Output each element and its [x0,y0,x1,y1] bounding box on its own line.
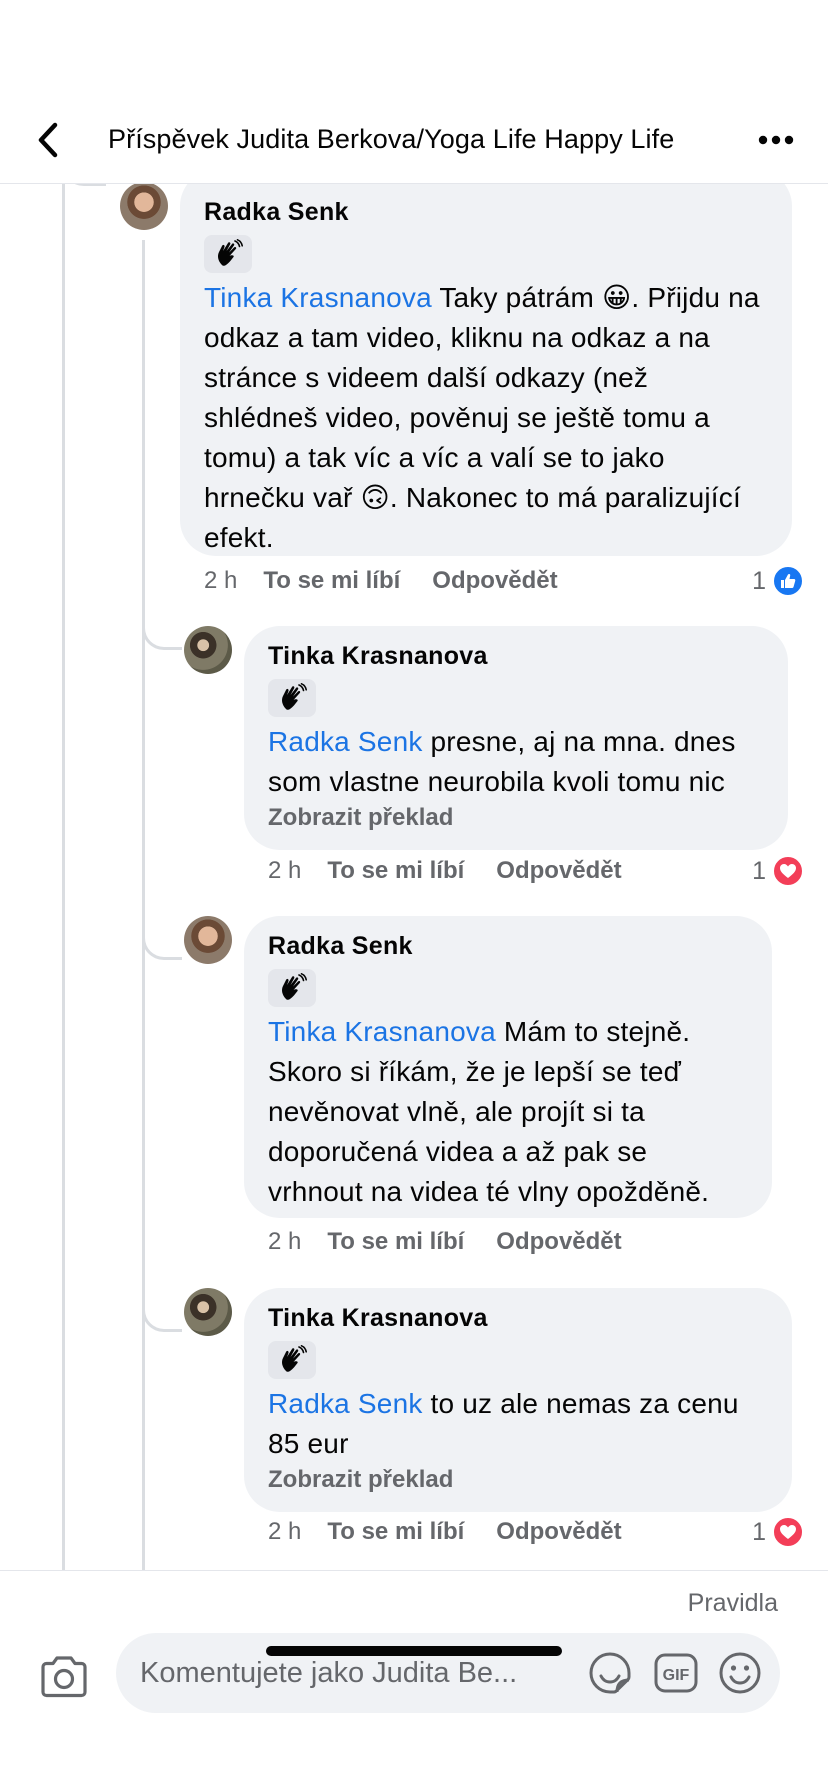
page-title: Příspěvek Judita Berkova/Yoga Life Happy… [108,124,675,154]
home-indicator[interactable] [266,1646,562,1656]
more-options-button[interactable] [752,118,800,162]
love-reaction-icon [772,1516,804,1548]
badge [268,969,316,1007]
wave-hand-icon [282,683,307,710]
comment-time[interactable]: 2 h [268,1228,301,1256]
comment-bubble: Tinka Krasnanova Radka Senk presne, aj n… [244,626,788,850]
mention-link[interactable]: Radka Senk [268,1388,423,1419]
comment-author[interactable]: Tinka Krasnanova [268,642,764,671]
comment-text: Tinka Krasnanova Taky pátrám 😀. Přijdu n… [204,278,768,558]
badge [268,1341,316,1379]
chevron-left-icon [38,122,58,158]
wave-hand-icon [218,239,243,266]
avatar[interactable] [184,626,232,674]
reply-button[interactable]: Odpovědět [496,1518,621,1546]
gif-button[interactable]: GIF [652,1649,700,1697]
reply-button[interactable]: Odpovědět [496,1228,621,1256]
mention-link[interactable]: Tinka Krasnanova [268,1016,496,1047]
comment-author[interactable]: Tinka Krasnanova [268,1304,768,1333]
comment-actions: 2 h To se mi líbí Odpovědět [204,563,590,599]
gif-icon: GIF [654,1653,698,1693]
comment-bubble: Radka Senk Tinka Krasnanova Mám to stejn… [244,916,772,1218]
badge [204,235,252,273]
comment-actions: 2 h To se mi líbí Odpovědět [268,1514,654,1550]
comment-bubble: Radka Senk Tinka Krasnanova Taky pátrám … [180,184,792,556]
translate-link[interactable]: Zobrazit překlad [268,804,764,832]
emoji-icon [719,1652,761,1694]
thread-line-replies [142,240,145,1570]
comment-actions: 2 h To se mi líbí Odpovědět [268,853,654,889]
comment-composer: Pravidla GIF [0,1570,828,1792]
emoji-button[interactable] [716,1649,764,1697]
comment-thread[interactable]: Radka Senk Tinka Krasnanova Taky pátrám … [0,184,828,1570]
wave-hand-icon [282,973,307,1000]
reaction-count: 1 [752,566,766,595]
reaction-summary[interactable]: 1 [752,563,804,599]
thread-elbow [62,184,106,186]
comment-time[interactable]: 2 h [268,857,301,885]
comment-input[interactable] [140,1633,580,1713]
thread-elbow [142,614,182,650]
reply-button[interactable]: Odpovědět [432,567,557,595]
camera-button[interactable] [36,1649,92,1705]
mention-link[interactable]: Radka Senk [268,726,423,757]
translate-link[interactable]: Zobrazit překlad [268,1466,768,1494]
thread-elbow [142,1296,182,1332]
like-button[interactable]: To se mi líbí [263,567,400,595]
thread-elbow [142,924,182,960]
comment-text: Radka Senk to uz ale nemas za cenu 85 eu… [268,1384,768,1464]
gif-label: GIF [663,1667,690,1684]
comment-bubble: Tinka Krasnanova Radka Senk to uz ale ne… [244,1288,792,1512]
avatar[interactable] [120,184,168,230]
comment-author[interactable]: Radka Senk [204,198,768,227]
like-button[interactable]: To se mi líbí [327,857,464,885]
avatar[interactable] [184,1288,232,1336]
avatar[interactable] [184,916,232,964]
like-button[interactable]: To se mi líbí [327,1518,464,1546]
reaction-count: 1 [752,856,766,885]
sticker-icon [589,1652,631,1694]
comment-time[interactable]: 2 h [268,1518,301,1546]
camera-icon [41,1656,87,1698]
reply-button[interactable]: Odpovědět [496,857,621,885]
thread-line-outer [62,184,65,1570]
comment-text: Tinka Krasnanova Mám to stejně. Skoro si… [268,1012,748,1212]
comment-text: Radka Senk presne, aj na mna. dnes som v… [268,722,764,802]
like-reaction-icon [772,565,804,597]
love-reaction-icon [772,855,804,887]
comment-body: Taky pátrám 😀. Přijdu na odkaz a tam vid… [204,282,760,553]
comment-time[interactable]: 2 h [204,567,237,595]
comment-box: GIF [116,1633,780,1713]
back-button[interactable] [28,118,68,162]
reaction-summary[interactable]: 1 [752,1514,804,1550]
reaction-count: 1 [752,1517,766,1546]
badge [268,679,316,717]
comment-actions: 2 h To se mi líbí Odpovědět [268,1224,654,1260]
wave-hand-icon [282,1345,307,1372]
comment-author[interactable]: Radka Senk [268,932,748,961]
reaction-summary[interactable]: 1 [752,853,804,889]
more-dots-icon [758,135,794,145]
mention-link[interactable]: Tinka Krasnanova [204,282,432,313]
like-button[interactable]: To se mi líbí [327,1228,464,1256]
sticker-button[interactable] [586,1649,634,1697]
rules-link[interactable]: Pravidla [688,1589,778,1618]
top-bar: Příspěvek Judita Berkova/Yoga Life Happy… [0,0,828,184]
